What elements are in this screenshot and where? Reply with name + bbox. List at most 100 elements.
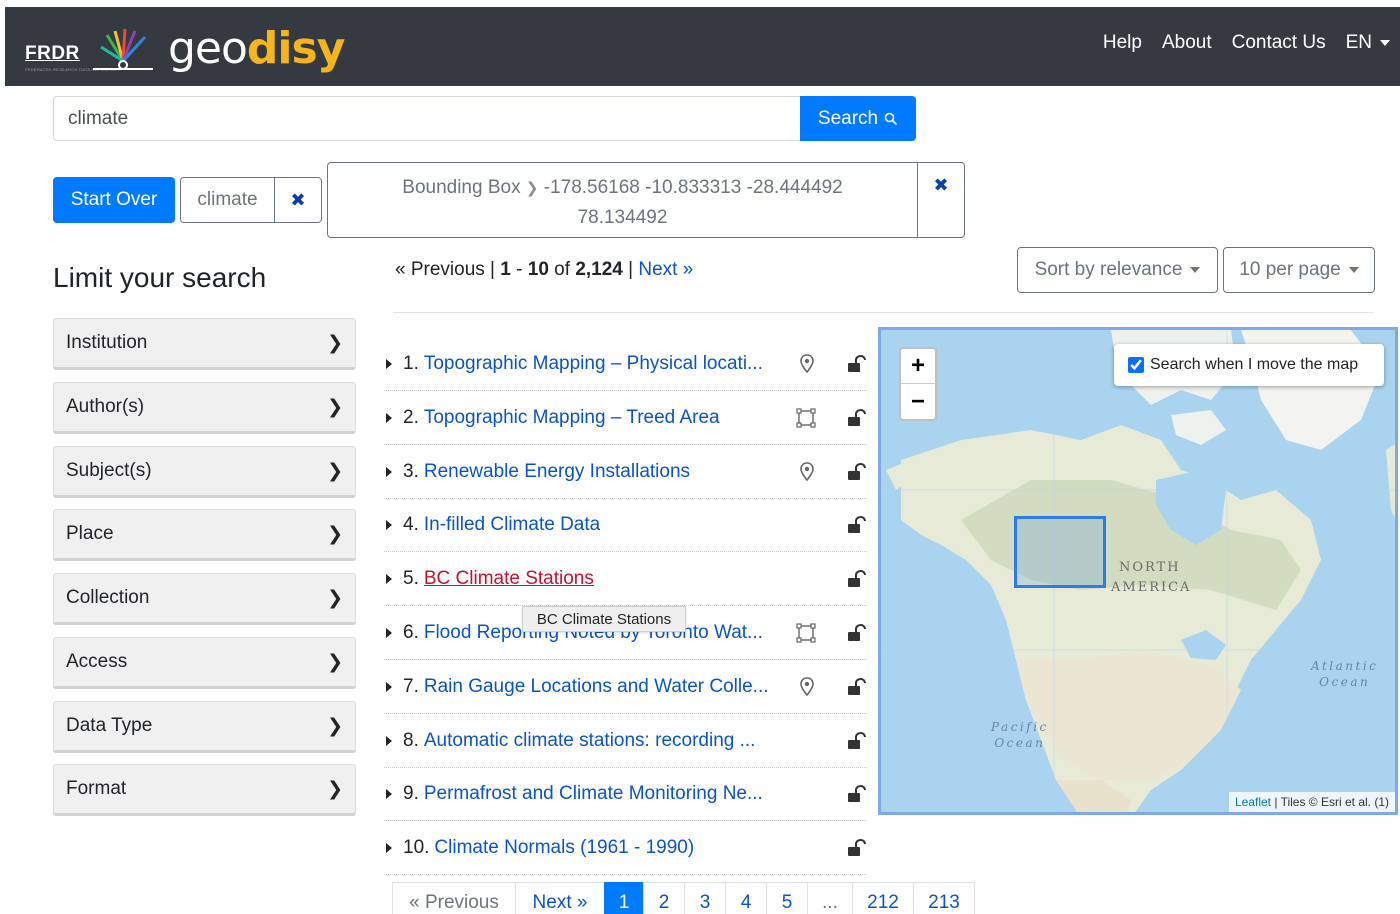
maple-leaf-icon (93, 28, 153, 70)
expand-triangle-icon[interactable] (386, 627, 392, 638)
result-title-link[interactable]: Rain Gauge Locations and Water Colle... (424, 676, 769, 698)
facet-format[interactable]: Format ❯ (53, 764, 356, 816)
pager-next-link[interactable]: Next » (638, 259, 693, 280)
brand-geo: geo (168, 23, 248, 74)
page-number-button[interactable]: 212 (852, 882, 914, 914)
pager-previous-disabled: « Previous (392, 882, 516, 914)
result-row: 9. Permafrost and Climate Monitoring Ne..… (384, 767, 867, 821)
page-number-button[interactable]: 1 (604, 882, 644, 914)
facet-label: Subject(s) (66, 460, 152, 481)
facet-data-type[interactable]: Data Type ❯ (53, 701, 356, 753)
expand-triangle-icon[interactable] (386, 466, 392, 477)
expand-triangle-icon[interactable] (386, 573, 392, 584)
search-input[interactable] (53, 96, 801, 141)
result-title-link[interactable]: Topographic Mapping – Physical locati... (424, 353, 763, 375)
nav-links: Help About Contact Us EN (1103, 32, 1390, 54)
facet-institution[interactable]: Institution ❯ (53, 318, 356, 370)
result-title-link[interactable]: BC Climate Stations (424, 568, 594, 590)
result-number: 2. (403, 406, 419, 428)
page-number-button[interactable]: 5 (766, 882, 808, 914)
map[interactable]: NORTH AMERICA Atlantic Ocean Pacific Ocean… (878, 327, 1398, 815)
divider (393, 312, 1373, 313)
facet-authors[interactable]: Author(s) ❯ (53, 382, 356, 434)
nav-about[interactable]: About (1162, 32, 1212, 54)
chevron-right-icon: ❯ (327, 523, 343, 545)
facet-collection[interactable]: Collection ❯ (53, 573, 356, 625)
search-when-move-control[interactable]: Search when I move the map (1114, 344, 1384, 386)
result-title-link[interactable]: In-filled Climate Data (424, 514, 600, 536)
map-marker-icon (798, 462, 816, 482)
facet-label: Author(s) (66, 396, 145, 417)
leaflet-link[interactable]: Leaflet (1235, 795, 1271, 809)
facet-label: Format (66, 778, 127, 799)
sort-dropdown[interactable]: Sort by relevance (1017, 247, 1218, 293)
facet-label: Access (66, 651, 128, 672)
page-number-button[interactable]: 3 (684, 882, 726, 914)
language-dropdown[interactable]: EN (1346, 32, 1390, 54)
chevron-right-icon: ❯ (327, 587, 343, 609)
facet-label: Place (66, 523, 114, 544)
expand-triangle-icon[interactable] (386, 412, 392, 423)
chevron-right-icon: ❯ (327, 396, 343, 418)
result-number: 5. (403, 567, 419, 589)
polygon-icon (796, 408, 816, 428)
brand-disy: disy (246, 23, 345, 74)
unlock-icon (846, 408, 866, 427)
page-numbers: 1 2 3 4 5... 212 213 (604, 882, 975, 914)
search-button[interactable]: Search (800, 96, 916, 141)
bounding-box-rectangle[interactable] (1014, 516, 1106, 588)
result-title-link[interactable]: Renewable Energy Installations (424, 461, 690, 483)
result-number: 1. (403, 352, 419, 374)
result-number: 9. (403, 782, 419, 804)
nav-help[interactable]: Help (1103, 32, 1142, 54)
expand-triangle-icon[interactable] (386, 842, 392, 853)
unlock-icon (846, 462, 866, 481)
query-constraint-chip: climate ✖ (180, 177, 322, 223)
expand-triangle-icon[interactable] (386, 519, 392, 530)
sort-label: Sort by relevance (1034, 259, 1183, 280)
result-title-link[interactable]: Topographic Mapping – Treed Area (424, 407, 720, 429)
facet-place[interactable]: Place ❯ (53, 509, 356, 561)
top-strip (0, 0, 1400, 7)
map-attribution: Leaflet | Tiles © Esri et al. (1) (1228, 792, 1395, 812)
expand-triangle-icon[interactable] (386, 358, 392, 369)
start-over-button[interactable]: Start Over (53, 177, 175, 223)
pager-next-button[interactable]: Next » (515, 882, 605, 914)
ocean-word: Ocean (994, 736, 1046, 750)
result-number: 3. (403, 460, 419, 482)
caret-down-icon (1190, 267, 1201, 273)
zoom-out-button[interactable]: − (901, 384, 935, 419)
facet-subjects[interactable]: Subject(s) ❯ (53, 446, 356, 498)
bbox-label: Bounding Box (402, 177, 521, 198)
facet-access[interactable]: Access ❯ (53, 637, 356, 689)
pager-ellipsis: ... (807, 882, 853, 914)
result-row: 5. BC Climate Stations (384, 552, 867, 606)
facet-label: Collection (66, 587, 150, 608)
result-title-link[interactable]: Automatic climate stations: recording ..… (424, 730, 756, 752)
result-number: 10. (403, 836, 430, 858)
per-page-dropdown[interactable]: 10 per page (1223, 247, 1375, 293)
bbox-value: -178.56168 -10.833313 -28.444492 78.1344… (543, 177, 843, 228)
polygon-icon (796, 623, 816, 643)
logo[interactable]: FRDR FEDERATED RESEARCH DATA REPOSITORY … (13, 17, 353, 79)
page-number-button[interactable]: 2 (643, 882, 685, 914)
remove-bbox-icon[interactable]: ✖ (918, 163, 964, 237)
nav-contact[interactable]: Contact Us (1232, 32, 1326, 54)
expand-triangle-icon[interactable] (386, 681, 392, 692)
page-number-button[interactable]: 213 (913, 882, 975, 914)
expand-triangle-icon[interactable] (386, 788, 392, 799)
result-title-link[interactable]: Climate Normals (1961 - 1990) (434, 837, 694, 859)
navbar: FRDR FEDERATED RESEARCH DATA REPOSITORY … (5, 7, 1400, 86)
result-row: 1. Topographic Mapping – Physical locati.… (384, 337, 867, 391)
unlock-icon (846, 677, 866, 696)
remove-query-icon[interactable]: ✖ (275, 178, 321, 222)
chevron-right-icon: ❯ (327, 460, 343, 482)
expand-triangle-icon[interactable] (386, 735, 392, 746)
search-when-move-checkbox[interactable] (1128, 357, 1144, 373)
result-title-link[interactable]: Permafrost and Climate Monitoring Ne... (424, 783, 763, 805)
chevron-right-icon: ❯ (327, 715, 343, 737)
map-label-north: NORTH (1119, 560, 1181, 575)
chevron-right-icon: ❯ (327, 651, 343, 673)
zoom-in-button[interactable]: + (901, 349, 935, 384)
page-number-button[interactable]: 4 (725, 882, 767, 914)
